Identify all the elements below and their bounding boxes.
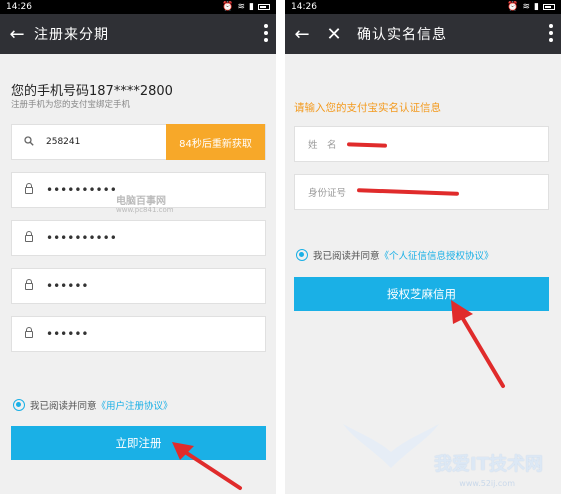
alarm-icon: ⏰ bbox=[222, 2, 234, 12]
agreement-checkbox[interactable]: 我已阅读并同意 《用户注册协议》 bbox=[13, 398, 173, 412]
confirm-password-field[interactable]: •••••••••• bbox=[11, 220, 266, 256]
user-agreement-link[interactable]: 《用户注册协议》 bbox=[97, 398, 173, 412]
verification-code-input[interactable]: 258241 84秒后重新获取 bbox=[11, 124, 266, 160]
back-arrow-icon[interactable]: ← bbox=[285, 24, 319, 45]
password-value: •••••••••• bbox=[46, 183, 117, 197]
watermark-text: 电脑百事网 bbox=[116, 196, 166, 207]
lock-icon bbox=[12, 278, 46, 293]
lock-icon bbox=[12, 182, 46, 197]
close-icon[interactable]: ✕ bbox=[319, 24, 349, 45]
watermark-url: www.pc841.com bbox=[116, 206, 174, 214]
red-arrow-icon bbox=[172, 442, 242, 490]
lock-icon bbox=[12, 326, 46, 341]
more-menu-icon[interactable] bbox=[264, 24, 268, 42]
more-menu-icon[interactable] bbox=[549, 24, 553, 42]
resend-code-button[interactable]: 84秒后重新获取 bbox=[166, 124, 265, 160]
radio-checked-icon[interactable] bbox=[296, 249, 308, 261]
alarm-icon: ⏰ bbox=[507, 2, 519, 12]
confirm-pay-password-field[interactable]: •••••• bbox=[11, 316, 266, 352]
signal-icon: ▮ bbox=[249, 2, 254, 12]
wifi-icon: ≋ bbox=[522, 2, 531, 12]
status-time: 14:26 bbox=[291, 2, 317, 12]
name-input[interactable]: 姓 名 bbox=[294, 126, 549, 162]
phone-number-hint: 注册手机为您的支付宝绑定手机 bbox=[11, 100, 131, 110]
wings-logo-icon bbox=[343, 424, 439, 468]
radio-checked-icon[interactable] bbox=[13, 399, 25, 411]
page-title: 确认实名信息 bbox=[357, 27, 447, 43]
password-value: •••••••••• bbox=[46, 231, 117, 245]
app-bar: ← 注册来分期 bbox=[0, 14, 276, 54]
agreement-text: 我已阅读并同意 bbox=[30, 401, 97, 412]
search-icon bbox=[12, 135, 46, 149]
lock-icon bbox=[12, 230, 46, 245]
credit-authorization-link[interactable]: 《个人征信信息授权协议》 bbox=[380, 248, 494, 262]
agreement-checkbox[interactable]: 我已阅读并同意 《个人征信信息授权协议》 bbox=[296, 248, 494, 262]
name-label: 姓 名 bbox=[308, 140, 337, 151]
id-number-label: 身份证号 bbox=[308, 188, 347, 199]
phone-number-label: 您的手机号码187****2800 bbox=[11, 84, 173, 99]
register-form: 您的手机号码187****2800 注册手机为您的支付宝绑定手机 258241 … bbox=[0, 54, 276, 494]
status-bar: 14:26 ⏰ ≋ ▮ bbox=[0, 0, 276, 14]
red-arrow-icon bbox=[451, 300, 505, 388]
agreement-text: 我已阅读并同意 bbox=[313, 251, 380, 262]
site-watermark: 我爱IT技术网 bbox=[434, 454, 543, 475]
right-screen: 14:26 ⏰ ≋ ▮ ← ✕ 确认实名信息 请输入您的支付宝实名认证信息 姓 … bbox=[285, 0, 561, 494]
battery-icon bbox=[258, 4, 270, 10]
wifi-icon: ≋ bbox=[237, 2, 246, 12]
status-bar: 14:26 ⏰ ≋ ▮ bbox=[285, 0, 561, 14]
signal-icon: ▮ bbox=[534, 2, 539, 12]
site-watermark-url: www.52ij.com bbox=[459, 479, 515, 488]
password-value: •••••• bbox=[46, 279, 89, 293]
status-time: 14:26 bbox=[6, 2, 32, 12]
status-icons: ⏰ ≋ ▮ bbox=[507, 2, 555, 12]
battery-icon bbox=[543, 4, 555, 10]
status-icons: ⏰ ≋ ▮ bbox=[222, 2, 270, 12]
verification-code-value: 258241 bbox=[46, 137, 81, 147]
password-value: •••••• bbox=[46, 327, 89, 341]
back-arrow-icon[interactable]: ← bbox=[0, 24, 34, 45]
realname-form: 请输入您的支付宝实名认证信息 姓 名 身份证号 我已阅读并同意 《个人征信信息授… bbox=[285, 54, 561, 494]
app-bar: ← ✕ 确认实名信息 bbox=[285, 14, 561, 54]
pay-password-field[interactable]: •••••• bbox=[11, 268, 266, 304]
realname-prompt: 请输入您的支付宝实名认证信息 bbox=[294, 102, 441, 114]
page-title: 注册来分期 bbox=[34, 27, 109, 43]
left-screen: 14:26 ⏰ ≋ ▮ ← 注册来分期 您的手机号码187****2800 注册… bbox=[0, 0, 276, 494]
